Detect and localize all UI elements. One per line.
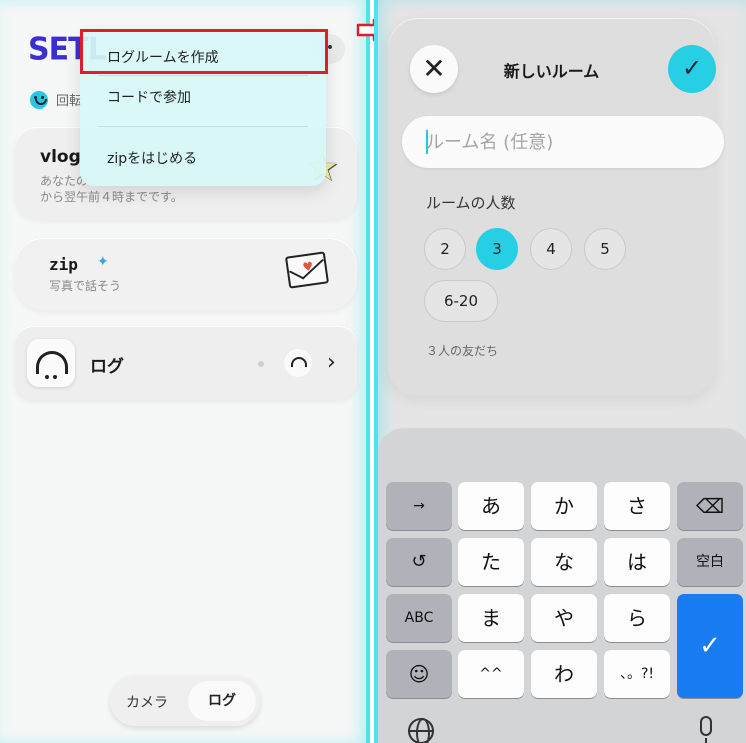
smile-icon [30, 90, 48, 109]
key-abc[interactable]: ABC [386, 594, 452, 642]
left-screen: SETL • 回転 vlog あなたの から翌午前４時までです。 ★ zip ✦… [0, 0, 370, 743]
friends-count-text: ３人の友だち [426, 344, 499, 358]
room-name-input[interactable] [402, 116, 724, 168]
key-kaomoji[interactable]: ^^ [458, 650, 524, 698]
tab-camera[interactable]: カメラ [126, 692, 168, 712]
notice-text: 回転 [56, 94, 83, 109]
enter-key[interactable]: ✓ [677, 594, 743, 698]
key-punctuation[interactable]: 、。?! [604, 650, 670, 698]
right-screen: ✕ 新しいルーム ✓ ルームの人数 2 3 4 5 6-20 ３人の友だち → … [374, 0, 746, 743]
microphone-icon[interactable] [700, 716, 712, 743]
size-option-6-20[interactable]: 6-20 [424, 280, 498, 322]
key-ma[interactable]: ま [458, 594, 524, 642]
status-dot [258, 361, 264, 367]
size-option-3[interactable]: 3 [476, 228, 518, 270]
vlog-title: vlog [40, 147, 81, 167]
zip-card[interactable]: zip ✦ 写真で話そう [15, 238, 357, 310]
text-caret [426, 130, 428, 154]
size-option-5[interactable]: 5 [584, 228, 626, 270]
key-space[interactable]: 空白 [677, 538, 743, 586]
key-ya[interactable]: や [531, 594, 597, 642]
key-na[interactable]: な [531, 538, 597, 586]
size-option-2[interactable]: 2 [424, 228, 466, 270]
new-room-dialog: ✕ 新しいルーム ✓ ルームの人数 2 3 4 5 6-20 ３人の友だち [388, 18, 724, 396]
log-card[interactable]: ログ › [15, 326, 357, 400]
japanese-keyboard: → あ か さ ⌫ ↺ た な は 空白 ABC ま や ら ✓ ☺ ^^ わ … [378, 428, 746, 743]
key-a[interactable]: あ [458, 482, 524, 530]
chevron-right-icon[interactable]: › [327, 350, 336, 375]
dialog-title: 新しいルーム [503, 62, 600, 81]
globe-icon[interactable] [408, 718, 434, 743]
envelope-icon [284, 251, 330, 289]
key-ta[interactable]: た [458, 538, 524, 586]
highlight-annotation [80, 29, 328, 74]
menu-divider [98, 126, 308, 127]
key-ka[interactable]: か [531, 482, 597, 530]
undo-icon[interactable]: ↺ [386, 538, 452, 586]
key-next[interactable]: → [386, 482, 452, 530]
menu-divider [98, 75, 308, 76]
log-avatar-icon [27, 339, 75, 387]
notice-row: 回転 [30, 90, 82, 109]
confirm-button[interactable]: ✓ [668, 45, 716, 93]
zip-description: 写真で話そう [49, 279, 122, 293]
key-ha[interactable]: は [604, 538, 670, 586]
room-size-label: ルームの人数 [426, 194, 516, 212]
vlog-desc-line2: から翌午前４時までです。 [40, 190, 183, 204]
menu-item-start-zip[interactable]: zipをはじめる [107, 148, 197, 168]
zip-title: zip [49, 255, 78, 274]
log-title: ログ [90, 357, 124, 377]
mode-toggle: カメラ ログ [110, 676, 260, 726]
emoji-icon[interactable]: ☺ [386, 650, 452, 698]
key-wa[interactable]: わ [531, 650, 597, 698]
menu-item-join-by-code[interactable]: コードで参加 [107, 87, 191, 107]
sparkle-icon: ✦ [97, 254, 109, 270]
key-sa[interactable]: さ [604, 482, 670, 530]
size-option-4[interactable]: 4 [530, 228, 572, 270]
member-avatar-icon [284, 349, 312, 377]
key-ra[interactable]: ら [604, 594, 670, 642]
backspace-icon[interactable]: ⌫ [677, 482, 743, 530]
tab-log[interactable]: ログ [188, 681, 256, 721]
